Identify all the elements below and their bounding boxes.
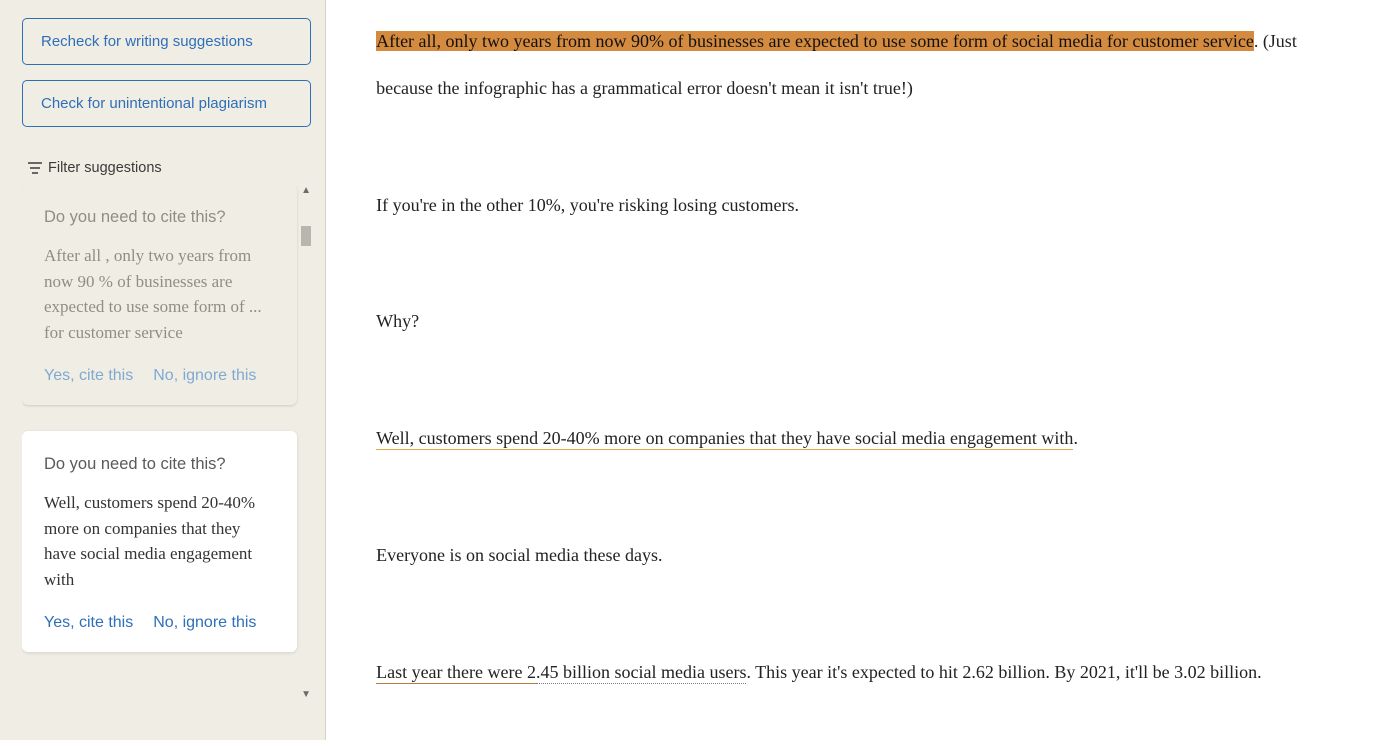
doc-text: . (1073, 428, 1078, 448)
suggestion-scrollbar[interactable]: ▲ ▼ (301, 184, 311, 740)
suggestion-card-body: Well, customers spend 20-40% more on com… (44, 490, 275, 592)
suggestion-card-title: Do you need to cite this? (44, 208, 275, 227)
recheck-suggestions-button[interactable]: Recheck for writing suggestions (22, 18, 311, 65)
scroll-down-icon[interactable]: ▼ (301, 690, 311, 700)
doc-paragraph: If you're in the other 10%, you're riski… (376, 182, 1341, 229)
doc-paragraph: After all, only two years from now 90% o… (376, 18, 1341, 112)
suggestion-card[interactable]: Do you need to cite this? After all , on… (22, 184, 297, 405)
highlighted-citation-span[interactable]: After all, only two years from now 90% o… (376, 31, 1254, 51)
suggestion-card-actions: Yes, cite this No, ignore this (44, 614, 275, 632)
doc-paragraph: Everyone is on social media these days. (376, 532, 1341, 579)
cite-no-button[interactable]: No, ignore this (153, 367, 256, 385)
filter-icon (28, 162, 42, 174)
doc-paragraph: Why? (376, 298, 1341, 345)
document-area[interactable]: After all, only two years from now 90% o… (326, 0, 1391, 740)
suggestion-card-body: After all , only two years from now 90 %… (44, 243, 275, 345)
citation-underline-span[interactable]: Last year there were 2 (376, 662, 536, 684)
cite-yes-button[interactable]: Yes, cite this (44, 367, 133, 385)
check-plagiarism-button[interactable]: Check for unintentional plagiarism (22, 80, 311, 127)
document-body: After all, only two years from now 90% o… (376, 18, 1341, 696)
scroll-up-icon[interactable]: ▲ (301, 186, 311, 196)
citation-underline-span[interactable]: Well, customers spend 20-40% more on com… (376, 428, 1073, 450)
suggestion-list: Do you need to cite this? After all , on… (22, 184, 301, 740)
doc-paragraph: Last year there were 2.45 billion social… (376, 649, 1341, 696)
doc-paragraph: Well, customers spend 20-40% more on com… (376, 415, 1341, 462)
suggestion-card[interactable]: Do you need to cite this? Well, customer… (22, 431, 297, 652)
grammar-underline-span[interactable]: .45 billion social media users (536, 662, 746, 684)
cite-yes-button[interactable]: Yes, cite this (44, 614, 133, 632)
suggestion-card-actions: Yes, cite this No, ignore this (44, 367, 275, 385)
suggestion-list-wrap: Do you need to cite this? After all , on… (22, 184, 311, 740)
doc-text: . This year it's expected to hit 2.62 bi… (746, 662, 1261, 682)
scroll-thumb[interactable] (301, 226, 311, 246)
suggestion-card-title: Do you need to cite this? (44, 455, 275, 474)
editor-sidebar: Recheck for writing suggestions Check fo… (0, 0, 326, 740)
filter-suggestions-label: Filter suggestions (48, 160, 162, 176)
filter-suggestions-button[interactable]: Filter suggestions (28, 160, 311, 176)
cite-no-button[interactable]: No, ignore this (153, 614, 256, 632)
